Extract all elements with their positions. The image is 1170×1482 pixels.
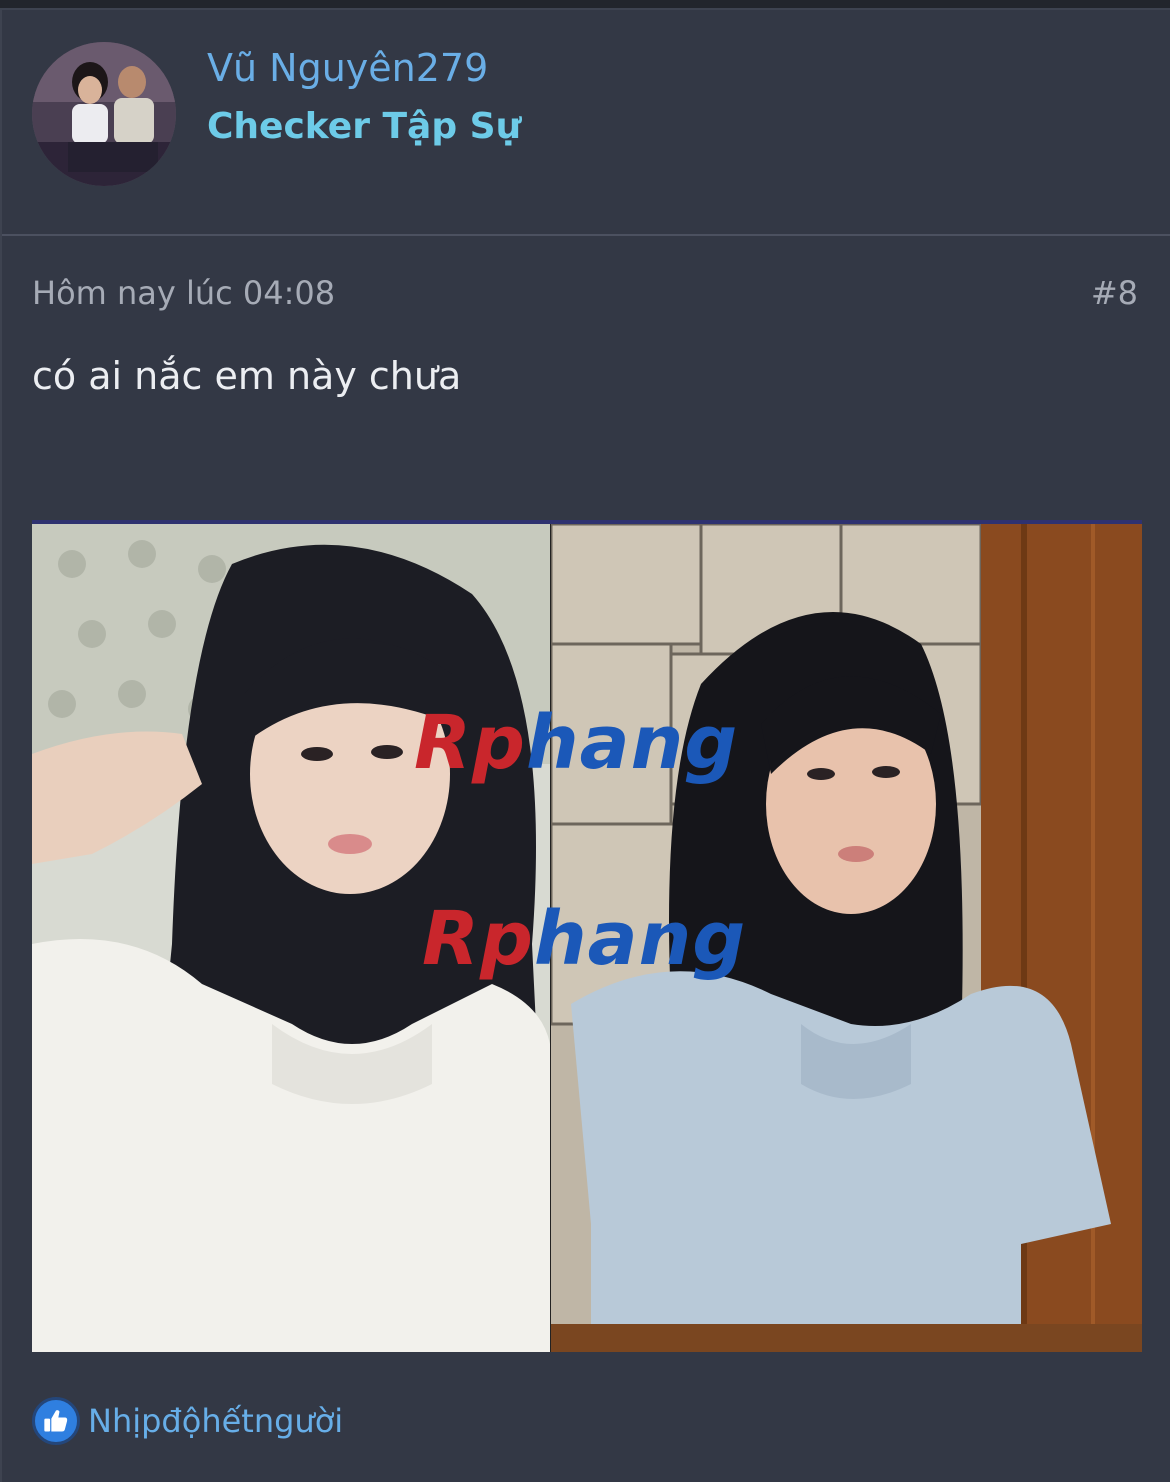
avatar-photo	[32, 42, 176, 186]
username[interactable]: Vũ Nguyên279	[207, 46, 488, 90]
user-title: Checker Tập Sự	[207, 106, 522, 147]
photo-right-image	[551, 524, 1142, 1352]
post-date[interactable]: Hôm nay lúc 04:08	[32, 274, 335, 312]
like-icon[interactable]	[32, 1397, 80, 1445]
post-number[interactable]: #8	[1091, 274, 1138, 312]
post-author-bar: Vũ Nguyên279 Checker Tập Sự	[2, 10, 1170, 236]
post-message: có ai nắc em này chưa	[32, 354, 462, 398]
post-card: Vũ Nguyên279 Checker Tập Sự Hôm nay lúc …	[0, 8, 1170, 1482]
reaction-users-link[interactable]: Nhịpđộhếtngười	[88, 1402, 343, 1440]
photo-left-image	[32, 524, 550, 1352]
post-image-attachment[interactable]: Rphang Rphang	[32, 520, 1142, 1352]
avatar[interactable]	[32, 42, 176, 186]
photo-left[interactable]	[32, 524, 550, 1352]
photo-right[interactable]	[551, 524, 1142, 1352]
reactions-bar: Nhịpđộhếtngười	[32, 1395, 343, 1447]
